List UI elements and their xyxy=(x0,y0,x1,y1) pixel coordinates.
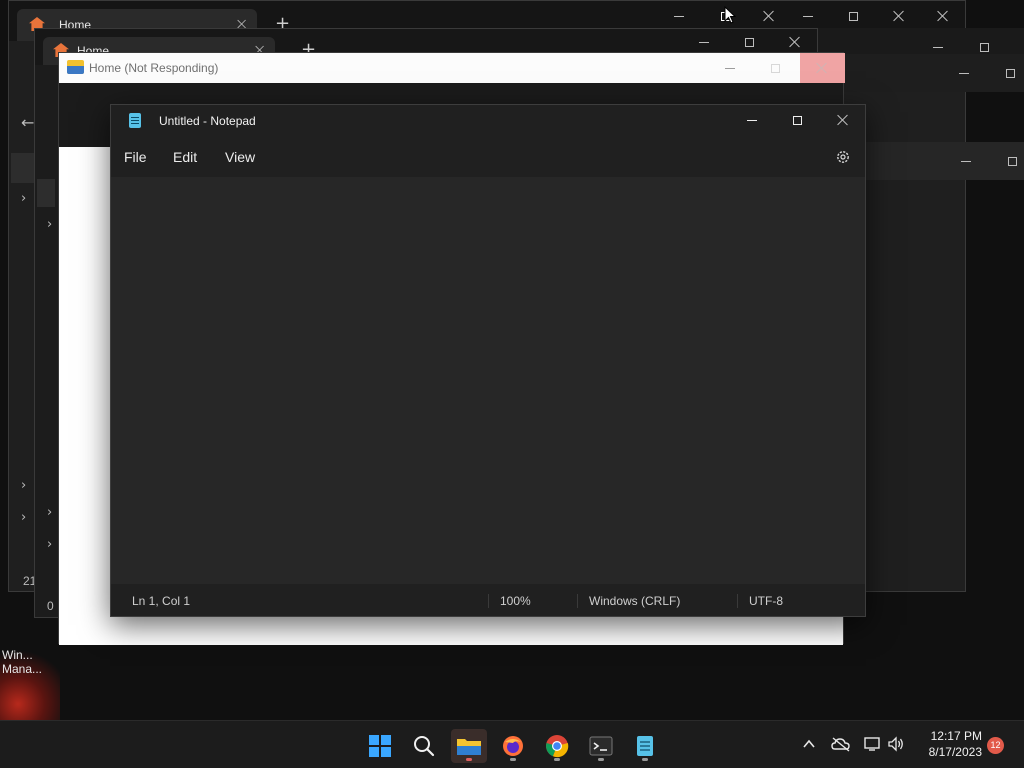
expand-chevron-icon[interactable]: › xyxy=(21,478,26,493)
expand-chevron-icon[interactable]: › xyxy=(47,537,52,552)
notepad-text-area[interactable] xyxy=(111,177,865,585)
minimize-icon[interactable] xyxy=(723,61,737,75)
background-window-strip[interactable] xyxy=(844,54,1024,92)
notepad-status-bar: Ln 1, Col 1 100% Windows (CRLF) UTF-8 xyxy=(111,584,865,616)
taskbar-file-explorer[interactable] xyxy=(451,729,487,763)
maximize-icon[interactable] xyxy=(977,40,991,54)
back-arrow-icon[interactable]: ← xyxy=(21,113,34,132)
close-icon[interactable] xyxy=(836,113,850,127)
windows-logo-icon xyxy=(369,735,391,757)
search-button[interactable] xyxy=(407,729,441,763)
notepad-icon xyxy=(637,736,653,756)
status-divider xyxy=(577,594,578,608)
running-indicator xyxy=(554,758,560,761)
minimize-icon[interactable] xyxy=(801,9,815,23)
expand-chevron-icon[interactable]: › xyxy=(21,191,26,206)
menu-file[interactable]: File xyxy=(124,149,147,165)
close-icon[interactable] xyxy=(892,9,906,23)
status-encoding[interactable]: UTF-8 xyxy=(749,594,783,608)
clock-time: 12:17 PM xyxy=(930,729,982,743)
running-indicator xyxy=(642,758,648,761)
background-window-strip[interactable] xyxy=(866,142,1024,180)
chrome-icon xyxy=(546,735,569,758)
onedrive-offline-icon[interactable] xyxy=(831,736,851,752)
notepad-title: Untitled - Notepad xyxy=(159,114,256,128)
volume-icon[interactable] xyxy=(887,736,905,752)
taskbar-terminal[interactable] xyxy=(584,729,618,763)
terminal-icon xyxy=(589,736,613,756)
minimize-icon[interactable] xyxy=(745,113,759,127)
maximize-icon[interactable] xyxy=(846,9,860,23)
running-indicator xyxy=(510,758,516,761)
minimize-icon[interactable] xyxy=(672,9,686,23)
search-icon xyxy=(414,736,435,757)
show-hidden-icons-chevron-icon[interactable] xyxy=(802,737,816,751)
minimize-icon[interactable] xyxy=(697,35,711,49)
status-divider xyxy=(737,594,738,608)
notepad-icon xyxy=(129,113,141,128)
folder-icon-accent xyxy=(67,66,84,74)
explorer-front-titlebar: Home (Not Responding) xyxy=(59,53,845,83)
expand-chevron-icon[interactable]: › xyxy=(47,217,52,232)
firefox-icon xyxy=(503,736,523,756)
close-icon[interactable] xyxy=(936,9,950,23)
expand-chevron-icon[interactable]: › xyxy=(21,510,26,525)
maximize-icon[interactable] xyxy=(768,61,782,75)
maximize-icon[interactable] xyxy=(790,113,804,127)
status-divider xyxy=(488,594,489,608)
network-icon[interactable] xyxy=(864,736,882,752)
taskbar: 12:17 PM 8/17/2023 12 xyxy=(0,720,1024,768)
minimize-icon[interactable] xyxy=(957,66,971,80)
desktop-icon-label[interactable]: Win... Mana... xyxy=(2,648,42,676)
status-cursor-position: Ln 1, Col 1 xyxy=(132,594,191,608)
minimize-icon[interactable] xyxy=(959,154,973,168)
maximize-icon[interactable] xyxy=(1003,66,1017,80)
menu-edit[interactable]: Edit xyxy=(173,149,197,165)
menu-view[interactable]: View xyxy=(225,149,255,165)
nav-selected-row[interactable] xyxy=(37,179,55,207)
maximize-icon[interactable] xyxy=(742,35,756,49)
notification-badge[interactable]: 12 xyxy=(987,737,1004,754)
taskbar-chrome[interactable] xyxy=(540,729,574,763)
clock-date: 8/17/2023 xyxy=(928,745,982,759)
close-icon[interactable] xyxy=(762,9,776,23)
expand-chevron-icon[interactable]: › xyxy=(47,505,52,520)
taskbar-notepad[interactable] xyxy=(628,729,662,763)
minimize-icon[interactable] xyxy=(931,40,945,54)
mouse-cursor-icon xyxy=(724,6,736,24)
folder-icon xyxy=(457,739,481,755)
status-line-ending[interactable]: Windows (CRLF) xyxy=(589,594,680,608)
running-indicator xyxy=(598,758,604,761)
clock[interactable]: 12:17 PM 8/17/2023 xyxy=(912,728,982,760)
not-responding-title: Home (Not Responding) xyxy=(89,61,219,75)
status-item-count: 0 xyxy=(47,599,54,613)
close-icon xyxy=(815,61,829,75)
close-button[interactable] xyxy=(800,53,845,83)
notepad-titlebar[interactable]: Untitled - Notepad xyxy=(111,105,865,137)
close-icon[interactable] xyxy=(788,35,802,49)
notepad-window[interactable]: Untitled - Notepad File Edit View Ln 1, … xyxy=(110,104,866,617)
maximize-icon[interactable] xyxy=(1005,154,1019,168)
start-button[interactable] xyxy=(363,729,397,763)
settings-gear-icon[interactable] xyxy=(835,149,851,165)
notepad-menubar: File Edit View xyxy=(111,137,865,177)
running-indicator xyxy=(466,758,472,761)
taskbar-firefox[interactable] xyxy=(496,729,530,763)
status-zoom[interactable]: 100% xyxy=(500,594,531,608)
